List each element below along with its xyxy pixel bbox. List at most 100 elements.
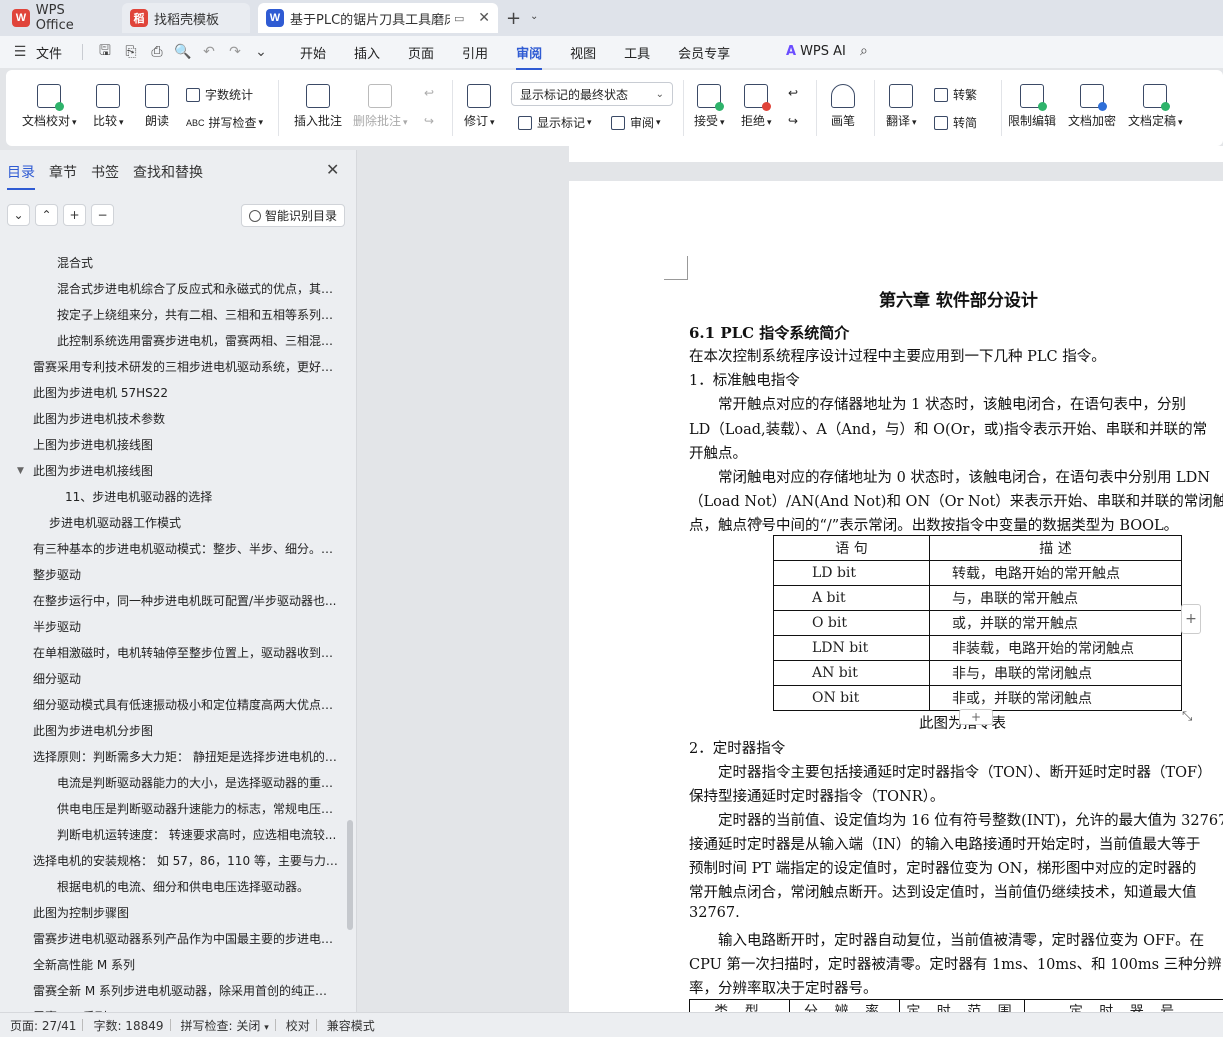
file-menu[interactable]: 文件: [36, 43, 62, 62]
toc-item[interactable]: 供电电压是判断驱动器升速能力的标志，常规电压供...: [57, 796, 338, 822]
translate-button[interactable]: 翻译 ▾: [886, 84, 917, 129]
word-count-button[interactable]: 字数统计: [186, 86, 253, 103]
menu-tab-references[interactable]: 引用: [462, 43, 488, 62]
more-chevron-icon[interactable]: ⌄: [251, 44, 271, 60]
toc-item[interactable]: 步进电机驱动器工作模式: [49, 510, 338, 536]
toc-item[interactable]: 此图为步进电机 57HS22: [33, 380, 338, 406]
menu-tab-tools[interactable]: 工具: [624, 43, 650, 62]
toc-item[interactable]: 此图为步进电机分步图: [33, 718, 338, 744]
toc-item[interactable]: 混合式步进电机综合了反应式和永磁式的优点，其定子...: [57, 276, 338, 302]
toc-item[interactable]: 细分驱动: [33, 666, 338, 692]
insert-comment-button[interactable]: 插入批注: [294, 84, 342, 129]
menu-tab-review[interactable]: 审阅: [516, 43, 543, 70]
toc-item[interactable]: 雷赛采用专利技术研发的三相步进电机驱动系统，更好的发...: [33, 354, 338, 380]
toc-item[interactable]: 上图为步进电机接线图: [33, 432, 338, 458]
doc-proof-button[interactable]: 文档校对 ▾: [22, 84, 77, 129]
spell-check-status[interactable]: 拼写检查: 关闭 ▾: [181, 1017, 269, 1034]
pen-button[interactable]: 画笔: [831, 84, 855, 129]
markup-state-select[interactable]: 显示标记的最终状态 ⌄: [511, 82, 673, 106]
proof-button[interactable]: 校对: [286, 1017, 310, 1034]
minus-icon[interactable]: −: [91, 204, 114, 226]
hamburger-menu-icon[interactable]: ☰: [10, 44, 30, 60]
nav-tab-toc[interactable]: 目录: [7, 162, 35, 190]
encrypt-button[interactable]: 文档加密: [1068, 84, 1116, 129]
nav-tab-chapters[interactable]: 章节: [49, 162, 77, 182]
toc-item[interactable]: 此图为步进电机接线图: [33, 458, 338, 484]
toc-item[interactable]: 此图为步进电机技术参数: [33, 406, 338, 432]
toc-item[interactable]: 半步驱动: [33, 614, 338, 640]
tab-document[interactable]: W 基于PLC的锯片刀具工具磨床的 ▭ ✕: [258, 3, 498, 33]
wps-ai-button[interactable]: A WPS AI: [786, 44, 846, 59]
toc-item[interactable]: 判断电机运转速度： 转速要求高时，应选相电流较...: [57, 822, 338, 848]
reject-button[interactable]: 拒绝 ▾: [741, 84, 772, 129]
toc-item[interactable]: 整步驱动: [33, 562, 338, 588]
next-change-icon[interactable]: ↪: [788, 114, 798, 128]
toc-item[interactable]: 电流是判断驱动器能力的大小，是选择驱动器的重要...: [57, 770, 338, 796]
toc-item[interactable]: 此图为控制步骤图: [33, 900, 338, 926]
table-resize-icon[interactable]: ⤡: [1182, 709, 1192, 724]
menu-tab-view[interactable]: 视图: [570, 43, 596, 62]
tab-template[interactable]: 稻 找稻壳模板: [122, 3, 250, 33]
add-row-button[interactable]: +: [959, 709, 993, 725]
search-icon[interactable]: ⌕: [860, 43, 868, 59]
accept-button[interactable]: 接受 ▾: [694, 84, 725, 129]
toc-item[interactable]: 雷赛全新 M 系列步进电机驱动器，除采用首创的纯正弦电...: [33, 978, 338, 1004]
new-tab-icon[interactable]: +: [506, 8, 521, 29]
toc-item[interactable]: 此控制系统选用雷赛步进电机，雷赛两相、三相混合...: [57, 328, 338, 354]
scrollbar[interactable]: [347, 820, 353, 930]
nav-tab-find-replace[interactable]: 查找和替换: [133, 162, 203, 182]
review-pane-button[interactable]: 审阅 ▾: [611, 114, 661, 131]
chevron-down-icon[interactable]: ⌄: [7, 204, 30, 226]
toc-item[interactable]: 按定子上绕组来分，共有二相、三相和五相等系列，...: [57, 302, 338, 328]
table-move-icon[interactable]: ✥: [752, 515, 763, 530]
to-traditional-button[interactable]: 转繁: [934, 86, 977, 103]
undo-icon[interactable]: ↶: [199, 44, 219, 60]
compare-button[interactable]: 比较 ▾: [93, 84, 124, 129]
nav-tab-bookmarks[interactable]: 书签: [91, 162, 119, 182]
toc-item[interactable]: 细分驱动模式具有低速振动极小和定位精度高两大优点。对...: [33, 692, 338, 718]
print-icon[interactable]: ⎙: [147, 44, 167, 60]
toc-item[interactable]: 11、步进电机驱动器的选择: [65, 484, 338, 510]
finalize-button[interactable]: 文档定稿 ▾: [1128, 84, 1183, 129]
toc-item[interactable]: 在单相激磁时，电机转轴停至整步位置上，驱动器收到第...: [33, 640, 338, 666]
to-simplified-button[interactable]: 转简: [934, 114, 977, 131]
track-changes-button[interactable]: 修订 ▾: [464, 84, 495, 129]
close-icon[interactable]: ✕: [326, 160, 339, 179]
window-icon[interactable]: ▭: [454, 12, 464, 25]
menu-tab-member[interactable]: 会员专享: [678, 43, 730, 62]
menu-tab-home[interactable]: 开始: [300, 43, 326, 62]
read-aloud-button[interactable]: 朗读: [145, 84, 169, 129]
page-indicator[interactable]: 页面: 27/41: [10, 1017, 76, 1034]
expand-caret-icon[interactable]: ▼: [17, 458, 24, 484]
toc-item[interactable]: 雷赛步进电机驱动器系列产品作为中国最主要的步进电机驱...: [33, 926, 338, 952]
close-tab-icon[interactable]: ✕: [478, 10, 490, 26]
delete-comment-button[interactable]: 删除批注 ▾: [353, 84, 408, 129]
chevron-down-icon[interactable]: ⌄: [530, 11, 538, 22]
redo-icon[interactable]: ↷: [225, 44, 245, 60]
tab-wps-office[interactable]: W WPS Office: [4, 3, 114, 33]
save-icon[interactable]: 🖫: [95, 40, 115, 64]
toc-item[interactable]: 全新高性能 M 系列: [33, 952, 338, 978]
toc-item[interactable]: 选择原则：判断需多大力矩： 静扭矩是选择步进电机的主...: [33, 744, 338, 770]
show-markup-button[interactable]: 显示标记 ▾: [518, 114, 592, 131]
menu-tab-page[interactable]: 页面: [408, 43, 434, 62]
add-column-button[interactable]: +: [1181, 604, 1201, 634]
next-comment-icon[interactable]: ↪: [424, 114, 434, 128]
spell-check-button[interactable]: ABC 拼写检查 ▾: [186, 114, 263, 131]
toc-item[interactable]: 雷赛 ND 系列: [33, 1004, 338, 1012]
plus-icon[interactable]: +: [63, 204, 86, 226]
word-count[interactable]: 字数: 18849: [93, 1017, 163, 1034]
restrict-edit-button[interactable]: 限制编辑: [1008, 84, 1056, 129]
prev-change-icon[interactable]: ↩: [788, 86, 798, 100]
output-icon[interactable]: ⎘: [121, 44, 141, 60]
prev-comment-icon[interactable]: ↩: [424, 86, 434, 100]
toc-item[interactable]: 根据电机的电流、细分和供电电压选择驱动器。: [57, 874, 338, 900]
print-preview-icon[interactable]: 🔍: [173, 44, 193, 60]
toc-item[interactable]: 混合式: [57, 250, 338, 276]
smart-toc-button[interactable]: 智能识别目录: [241, 204, 345, 227]
document-page[interactable]: 第六章 软件部分设计 6.1 PLC 指令系统简介 在本次控制系统程序设计过程中…: [569, 181, 1223, 1012]
menu-tab-insert[interactable]: 插入: [354, 43, 380, 62]
toc-item[interactable]: 有三种基本的步进电机驱动模式：整步、半步、细分。其主...: [33, 536, 338, 562]
toc-item[interactable]: 选择电机的安装规格： 如 57，86，110 等，主要与力矩要...: [33, 848, 338, 874]
chevron-up-icon[interactable]: ⌃: [35, 204, 58, 226]
